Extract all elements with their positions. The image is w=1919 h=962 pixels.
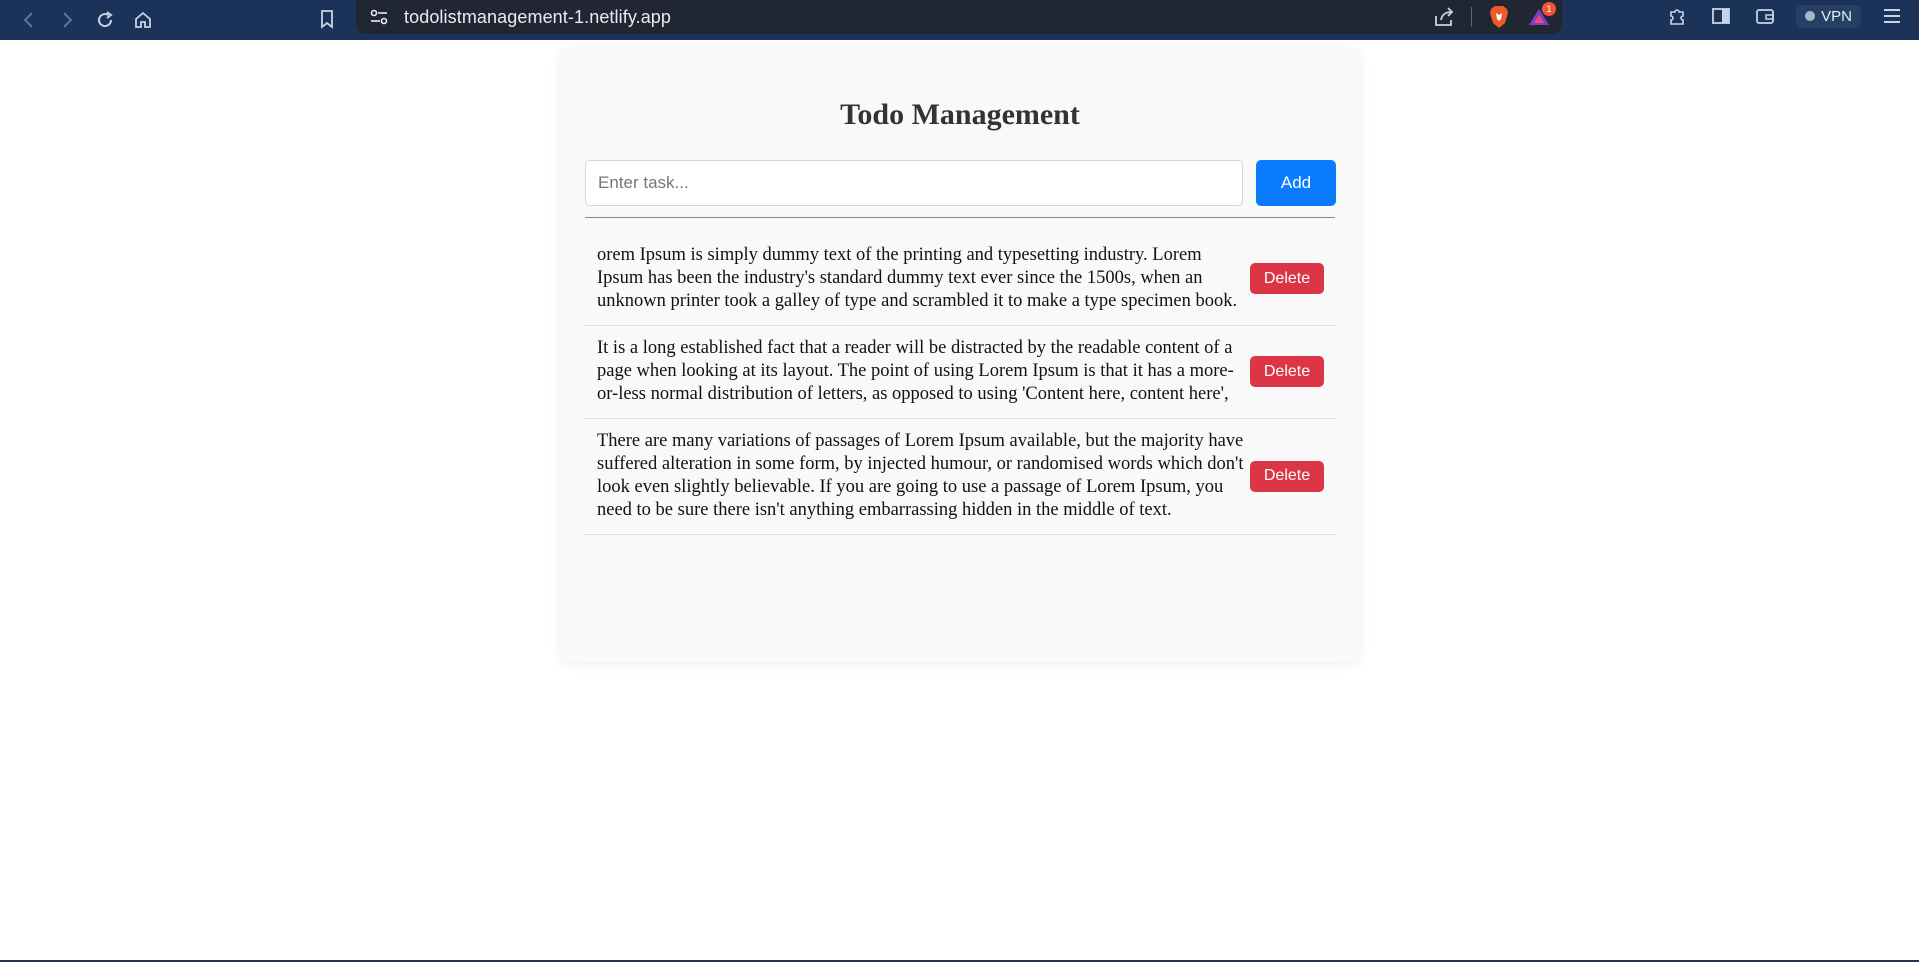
extensions-icon[interactable] — [1664, 3, 1690, 29]
delete-button[interactable]: Delete — [1250, 356, 1324, 387]
todo-text: It is a long established fact that a rea… — [597, 338, 1234, 404]
site-info-icon[interactable] — [368, 6, 390, 28]
vpn-status-icon — [1805, 11, 1816, 21]
wallet-icon[interactable] — [1752, 3, 1778, 29]
page-title: Todo Management — [840, 98, 1080, 131]
home-icon[interactable] — [130, 7, 156, 33]
brave-shields-icon[interactable] — [1486, 4, 1512, 30]
back-icon[interactable] — [16, 7, 42, 33]
todo-list: orem Ipsum is simply dummy text of the p… — [585, 233, 1335, 535]
address-bar-actions: 1 — [1431, 0, 1556, 34]
brave-rewards-icon[interactable]: 1 — [1526, 2, 1556, 30]
delete-button[interactable]: Delete — [1250, 263, 1324, 294]
todo-text: There are many variations of passages of… — [597, 431, 1244, 520]
vpn-label: VPN — [1821, 7, 1852, 25]
browser-toolbar: todolistmanagement-1.netlify.app 1 VPN — [0, 0, 1919, 40]
sidebar-icon[interactable] — [1708, 3, 1734, 29]
delete-button[interactable]: Delete — [1250, 460, 1324, 492]
bookmark-icon[interactable] — [314, 6, 340, 32]
todo-item: It is a long established fact that a rea… — [585, 326, 1335, 419]
todo-item: orem Ipsum is simply dummy text of the p… — [585, 233, 1335, 326]
todo-item: There are many variations of passages of… — [585, 419, 1335, 535]
rewards-badge: 1 — [1542, 2, 1556, 16]
forward-icon[interactable] — [54, 7, 80, 33]
divider — [585, 217, 1335, 218]
reload-icon[interactable] — [92, 7, 118, 33]
separator — [1471, 7, 1472, 27]
add-button[interactable]: Add — [1256, 160, 1336, 206]
browser-tools: VPN — [1664, 0, 1905, 32]
navigation-buttons — [0, 7, 156, 33]
task-input[interactable] — [585, 160, 1243, 206]
todo-text: orem Ipsum is simply dummy text of the p… — [597, 245, 1238, 311]
url-text[interactable]: todolistmanagement-1.netlify.app — [404, 7, 671, 28]
menu-icon[interactable] — [1879, 3, 1905, 29]
todo-card: Todo Management Add orem Ipsum is simply… — [560, 48, 1360, 662]
address-bar[interactable]: todolistmanagement-1.netlify.app 1 — [356, 0, 1562, 34]
vpn-button[interactable]: VPN — [1796, 4, 1861, 28]
share-icon[interactable] — [1431, 4, 1457, 30]
